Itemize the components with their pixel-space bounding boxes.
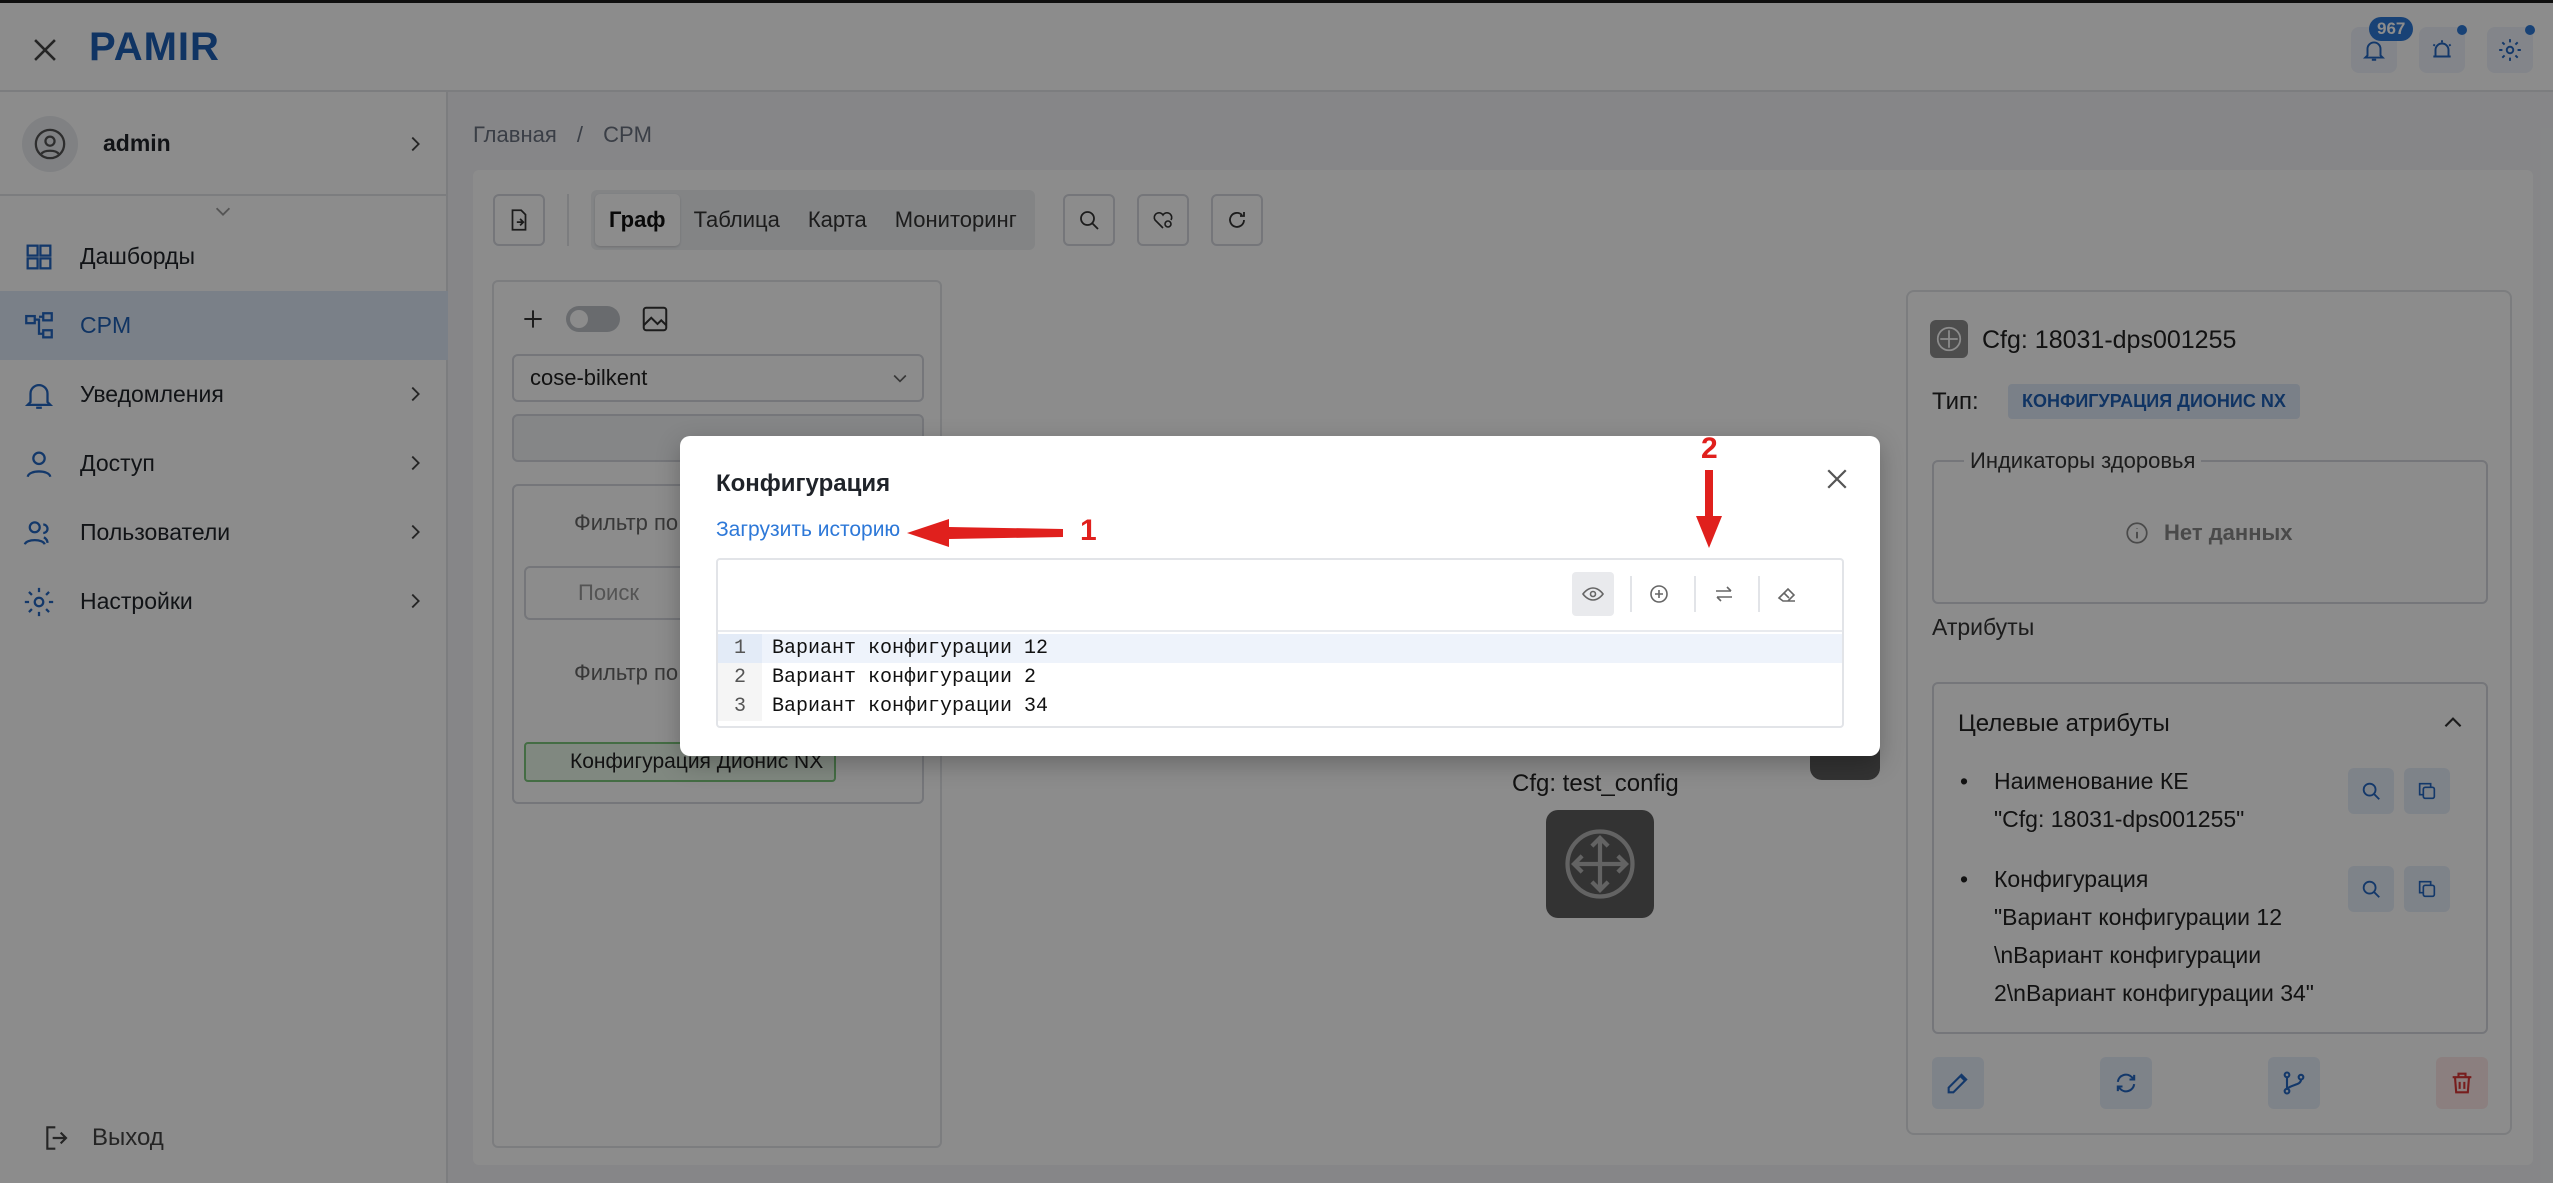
line-number: 3 [718, 692, 762, 721]
swap-icon [1716, 586, 1732, 602]
editor-divider [1758, 576, 1760, 612]
editor-line[interactable]: 3 Вариант конфигурации 34 [718, 692, 1842, 721]
line-number: 2 [718, 663, 762, 692]
preview-button[interactable] [1572, 572, 1614, 616]
line-text: Вариант конфигурации 34 [772, 695, 1049, 718]
annotation-number: 2 [1701, 432, 1718, 465]
add-button[interactable] [1638, 572, 1680, 616]
annotation-arrow-left [907, 519, 1063, 547]
eye-icon [1582, 587, 1604, 601]
editor-divider [1630, 576, 1632, 612]
load-history-link[interactable]: Загрузить историю [716, 518, 900, 542]
editor-line[interactable]: 2 Вариант конфигурации 2 [718, 663, 1842, 692]
plus-circle-icon [1650, 585, 1668, 603]
editor-toolbar [718, 560, 1842, 632]
annotation-arrow-down [1696, 470, 1722, 548]
modal-title: Конфигурация [716, 470, 891, 497]
compare-button[interactable] [1703, 572, 1745, 616]
eraser-icon [1777, 587, 1796, 602]
editor-divider [1694, 576, 1696, 612]
config-editor[interactable]: 1 Вариант конфигурации 12 2 Вариант конф… [716, 558, 1844, 728]
editor-line[interactable]: 1 Вариант конфигурации 12 [718, 634, 1842, 663]
clear-button[interactable] [1766, 572, 1808, 616]
editor-lines[interactable]: 1 Вариант конфигурации 12 2 Вариант конф… [718, 634, 1842, 721]
close-icon[interactable] [1822, 464, 1852, 494]
line-text: Вариант конфигурации 12 [772, 637, 1049, 660]
line-text: Вариант конфигурации 2 [772, 666, 1037, 689]
line-number: 1 [718, 634, 762, 663]
annotation-number: 1 [1080, 514, 1097, 547]
